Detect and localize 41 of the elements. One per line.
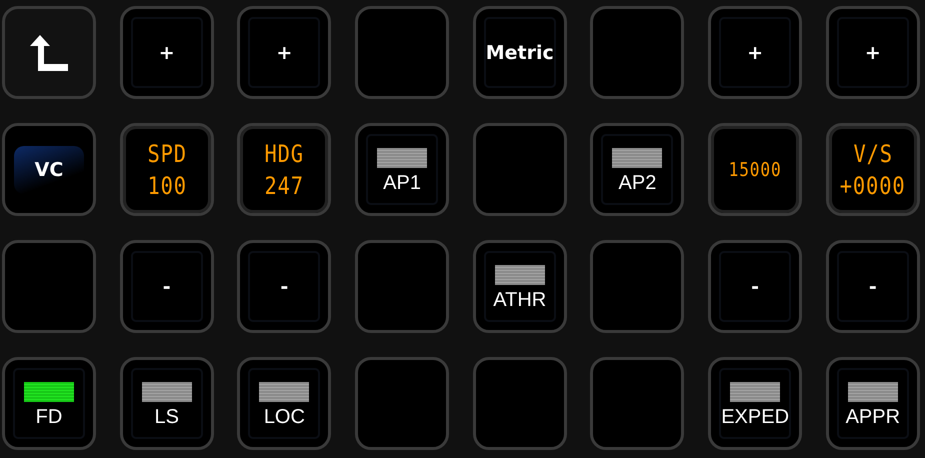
blank-key[interactable] [590,357,684,450]
display-key[interactable]: SPD 100 [120,123,214,216]
vc-label: VC [14,146,84,194]
display-readout: HDG [264,138,304,168]
toggle-key[interactable]: LOC [237,357,332,450]
toggle-key[interactable]: EXPED [708,357,802,450]
blank-key[interactable] [590,240,684,333]
key-button[interactable]: Metric [472,6,567,99]
back-key[interactable] [2,6,96,99]
blank-key[interactable] [355,6,450,99]
key-button[interactable]: + [120,6,214,99]
corner-arrow-icon [30,34,68,70]
key-button[interactable]: - [826,240,920,333]
key-button[interactable]: - [708,240,802,333]
key-button[interactable]: - [237,240,332,333]
key-button[interactable]: + [826,6,920,99]
toggle-key[interactable]: AP2 [590,123,684,216]
display-readout: 100 [146,170,186,200]
blank-key[interactable] [472,357,567,450]
key-button[interactable]: + [237,6,332,99]
blank-key[interactable] [590,6,684,99]
toggle-key[interactable]: FD [2,357,96,450]
blank-key[interactable] [355,240,450,333]
display-readout: V/S [853,138,892,168]
toggle-key[interactable]: APPR [826,357,920,450]
vc-key[interactable]: VC [2,123,96,216]
toggle-key[interactable]: LS [120,357,214,450]
blank-key[interactable] [472,123,567,216]
display-readout: SPD [146,138,186,168]
key-button[interactable]: - [120,240,214,333]
toggle-key[interactable]: AP1 [355,123,450,216]
display-readout: 15000 [728,158,782,182]
display-key[interactable]: 15000 [708,123,802,216]
toggle-key[interactable]: ATHR [472,240,567,333]
blank-key[interactable] [355,357,450,450]
display-readout: 247 [264,170,304,200]
display-readout: +0000 [840,170,906,200]
key-button[interactable]: + [708,6,802,99]
display-key[interactable]: HDG 247 [237,123,332,216]
display-key[interactable]: V/S +0000 [826,123,920,216]
blank-key[interactable] [2,240,96,333]
